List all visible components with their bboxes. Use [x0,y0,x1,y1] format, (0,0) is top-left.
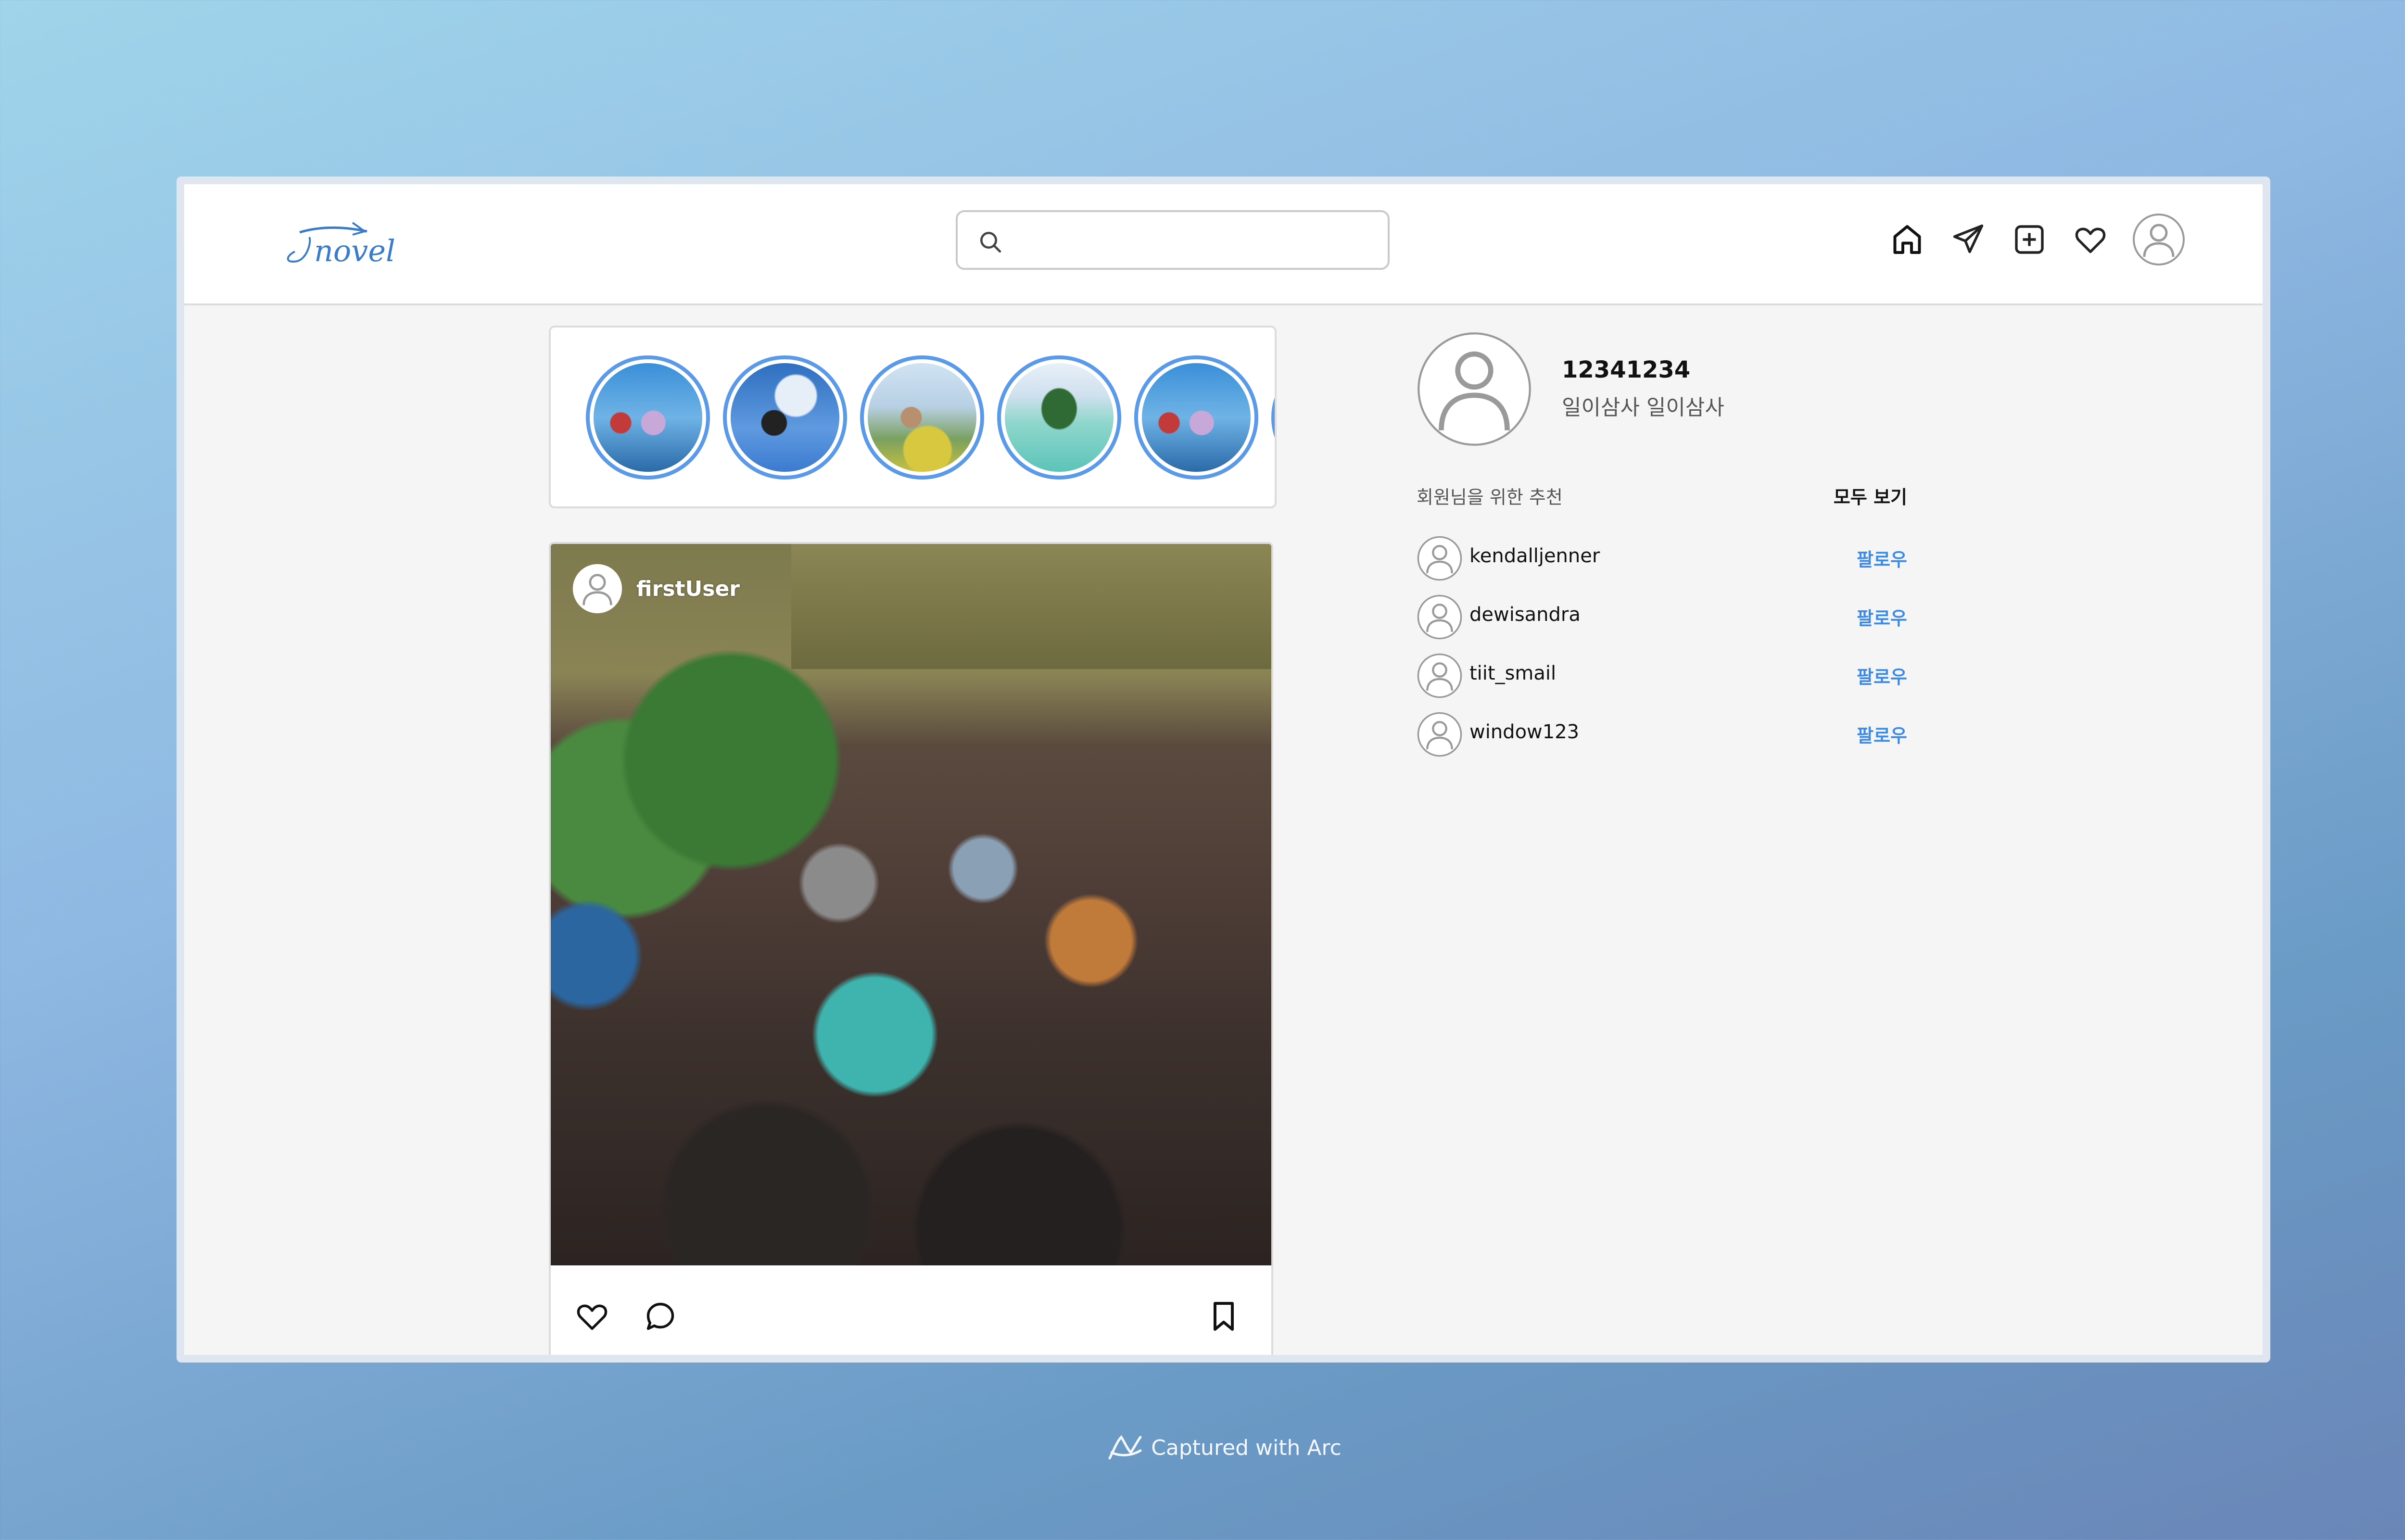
recommendation-username[interactable]: window123 [1469,721,1579,743]
svg-text:novel: novel [314,233,395,268]
story-item[interactable] [860,355,984,480]
like-button[interactable] [575,1299,613,1338]
recommendation-item: window123 팔로우 [1417,707,1907,765]
story-thumbnail [594,363,702,472]
home-button[interactable] [1887,220,1927,259]
feed-post: firstUser [549,542,1273,1355]
top-nav-bar: novel [184,184,2263,305]
story-thumbnail [1005,363,1114,472]
follow-button[interactable]: 팔로우 [1857,662,1907,689]
current-user-id[interactable]: 12341234 [1562,356,1690,383]
story-item[interactable] [723,355,847,480]
recommendation-avatar[interactable] [1417,653,1463,699]
profile-avatar-button[interactable] [2132,213,2186,266]
recommendation-username[interactable]: dewisandra [1469,604,1581,626]
comment-icon [646,1302,674,1330]
story-item[interactable] [1271,355,1275,480]
activity-button[interactable] [2071,220,2110,259]
new-post-button[interactable] [2010,220,2049,259]
story-item[interactable] [997,355,1121,480]
post-author[interactable]: firstUser [572,563,740,614]
story-thumbnail [1142,363,1251,472]
current-user-avatar[interactable] [1417,331,1532,447]
follow-button[interactable]: 팔로우 [1857,721,1907,747]
follow-button[interactable]: 팔로우 [1857,545,1907,571]
arc-logo-icon [1108,1435,1142,1460]
app-logo[interactable]: novel [280,213,420,276]
recommendation-avatar[interactable] [1417,711,1463,757]
recommendation-item: tiit_smail 팔로우 [1417,648,1907,707]
nav-icons [1866,211,2186,268]
recommendation-item: dewisandra 팔로우 [1417,589,1907,648]
story-item[interactable] [586,355,710,480]
capture-caption: Captured with Arc [1151,1435,1342,1460]
heart-icon [2075,227,2106,253]
recommendation-username[interactable]: kendalljenner [1469,545,1600,567]
post-actions [551,1265,1271,1355]
recommendations-title: 회원님을 위한 추천 [1417,487,1563,508]
post-image-detail [791,544,1271,669]
home-icon [1893,225,1921,254]
stories-bar [549,326,1277,508]
add-post-icon [2015,225,2044,254]
bookmark-icon [1214,1302,1234,1331]
recommendation-avatar[interactable] [1417,535,1463,581]
heart-icon [577,1304,608,1330]
search-icon [980,232,1001,253]
recommendation-item: kendalljenner 팔로우 [1417,530,1907,589]
follow-button[interactable]: 팔로우 [1857,604,1907,630]
recommendation-avatar[interactable] [1417,594,1463,640]
post-author-username[interactable]: firstUser [636,577,740,601]
post-author-avatar[interactable] [572,563,623,614]
comment-button[interactable] [643,1299,682,1338]
recommendations-header: 회원님을 위한 추천 모두 보기 [1417,482,1907,511]
search-input[interactable] [1015,219,1376,262]
browser-window: novel firstUser 12341234 일이삼사 일이삼사 회원님을 … [177,177,2270,1363]
recommendation-username[interactable]: tiit_smail [1469,662,1556,684]
story-item[interactable] [1134,355,1258,480]
post-image[interactable] [551,544,1271,1265]
send-icon [1953,224,1984,253]
see-all-link[interactable]: 모두 보기 [1834,482,1907,509]
recommendations-list: kendalljenner 팔로우 dewisandra 팔로우 tiit_sm… [1417,530,1907,765]
save-button[interactable] [1206,1299,1245,1338]
story-thumbnail [868,363,976,472]
search-box[interactable] [956,210,1390,270]
current-user-name: 일이삼사 일이삼사 [1562,395,1724,420]
story-thumbnail [731,363,839,472]
direct-message-button[interactable] [1949,220,1988,259]
capture-footer: Captured with Arc [0,1431,2405,1464]
